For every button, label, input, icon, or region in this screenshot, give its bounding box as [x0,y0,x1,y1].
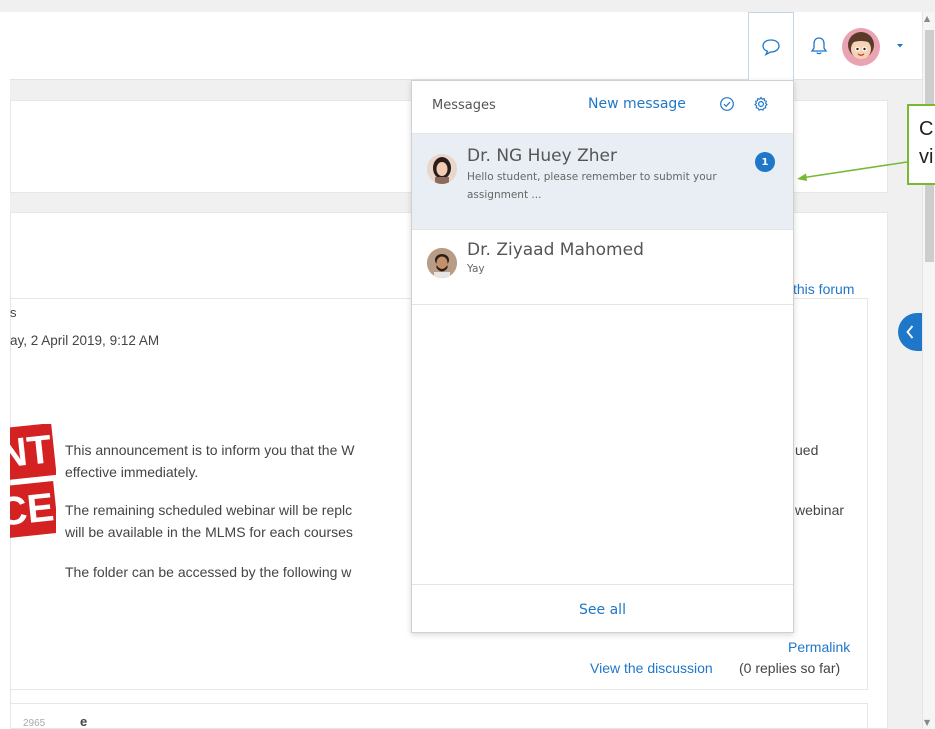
next-post-number: 2965 [23,718,46,729]
scroll-up-arrow-icon[interactable]: ▲ [924,14,930,23]
page-left-strip [0,12,10,729]
post-body-line: The folder can be accessed by the follow… [65,564,352,580]
messages-popover-header: Messages New message [412,81,793,133]
user-avatar[interactable] [842,28,880,66]
contact-photo [427,248,457,278]
callout-text-line-2: vi [919,146,934,168]
conversation-item[interactable]: Dr. NG Huey Zher Hello student, please r… [412,133,793,229]
annotation-callout: C vi [907,104,935,185]
notifications-button[interactable] [802,12,836,80]
message-preview: Hello student, please remember to submit… [467,171,717,201]
caret-down-icon[interactable] [895,42,905,50]
scroll-down-arrow-icon[interactable]: ▼ [924,718,930,727]
messages-toggle-button[interactable] [748,12,794,80]
contact-avatar [427,248,457,278]
message-preview: Yay [467,263,485,275]
subscribe-forum-link[interactable]: this forum [793,281,854,297]
messages-popover-footer: See all [412,584,793,634]
replies-count: (0 replies so far) [739,660,841,676]
next-post-title-fragment: e [80,714,88,729]
messages-title: Messages [432,98,496,113]
callout-text-line-1: C [919,118,934,140]
contact-avatar [427,154,457,184]
conversation-item[interactable]: Dr. Ziyaad Mahomed Yay [412,229,793,305]
announcement-stamp-image: NT CE [10,424,56,542]
view-discussion-link[interactable]: View the discussion [590,660,713,676]
annotation-arrow [797,161,908,181]
post-author: s [10,305,17,320]
next-forum-post [10,703,868,729]
post-date: ay, 2 April 2019, 9:12 AM [10,333,160,348]
messages-popover: Messages New message Dr. NG Huey Zher He… [411,80,794,633]
chevron-left-icon [906,325,914,339]
bell-icon [810,37,828,55]
new-message-link[interactable]: New message [588,96,686,112]
top-navbar [10,12,922,80]
post-body-right-fragment: webinar [795,502,845,518]
permalink-link[interactable]: Permalink [788,639,850,655]
drawer-toggle-button[interactable] [898,313,922,351]
chat-bubble-icon [762,38,780,56]
post-body-line: The remaining scheduled webinar will be … [65,502,353,518]
post-body-line: will be available in the MLMS for each c… [65,524,353,540]
unread-count-badge: 1 [755,152,775,172]
see-all-link[interactable]: See all [579,602,626,618]
contact-photo [427,154,457,184]
post-body-line: effective immediately. [65,464,199,480]
post-body-right-fragment: ued [795,442,819,458]
stamp-line-1: NT [10,424,56,481]
gear-icon[interactable] [753,96,769,112]
check-circle-icon[interactable] [719,96,735,112]
contact-name: Dr. Ziyaad Mahomed [467,240,644,260]
contact-name: Dr. NG Huey Zher [467,146,617,166]
stamp-line-2: CE [10,481,56,539]
post-body-line: This announcement is to inform you that … [65,442,355,458]
cartoon-avatar-image [842,28,880,66]
